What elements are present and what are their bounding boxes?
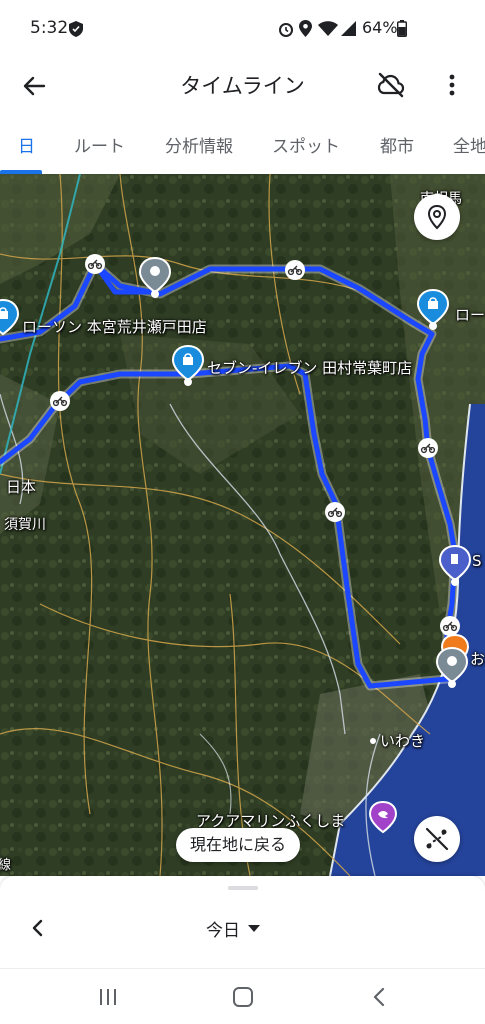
dropdown-arrow-icon xyxy=(248,924,260,932)
recent-apps-icon[interactable] xyxy=(98,987,118,1007)
wifi-icon xyxy=(318,21,338,36)
tab-world[interactable]: 全地 xyxy=(453,132,485,157)
motorcycle-icon xyxy=(325,502,345,522)
page-title: タイムライン xyxy=(180,74,305,98)
place-label-nihon: 日本 xyxy=(6,478,37,496)
home-icon[interactable] xyxy=(232,986,254,1008)
system-nav-bar xyxy=(0,968,485,1024)
status-bar: 5:32 64% xyxy=(0,0,485,60)
map-canvas xyxy=(0,174,485,876)
tab-bar: 日 ルート 分析情報 スポット 都市 全地 xyxy=(0,118,485,174)
tab-insights[interactable]: 分析情報 xyxy=(165,132,233,157)
place-label-lawson-east[interactable]: ロー xyxy=(455,304,485,325)
tab-day[interactable]: 日 xyxy=(18,132,35,157)
place-label-lawson[interactable]: ローソン 本宮荒井瀬戸田店 xyxy=(22,316,207,337)
motorcycle-icon xyxy=(285,260,305,280)
tab-routes[interactable]: ルート xyxy=(74,132,125,157)
place-label-iwaki: いわき xyxy=(380,732,426,750)
city-dot xyxy=(370,738,376,744)
map-view[interactable]: ローソン 本宮荒井瀬戸田店 セブン-イレブン 田村常葉町店 ロー いわき アクア… xyxy=(0,174,485,876)
motorcycle-icon xyxy=(50,391,70,411)
tab-places[interactable]: スポット xyxy=(272,132,340,157)
bottom-sheet: 今日 xyxy=(0,876,485,968)
nav-back-icon[interactable] xyxy=(370,987,388,1007)
motorcycle-icon xyxy=(418,438,438,458)
add-place-button[interactable] xyxy=(414,194,460,240)
alarm-icon xyxy=(279,23,293,37)
chevron-left-icon[interactable] xyxy=(26,916,50,940)
date-selector[interactable]: 今日 xyxy=(206,916,260,941)
place-label-left-edge: 線 xyxy=(0,858,12,873)
map-pin-outline-icon xyxy=(427,204,447,230)
status-time: 5:32 xyxy=(30,18,69,38)
location-icon xyxy=(299,20,312,37)
battery-icon xyxy=(397,20,407,37)
route-off-icon xyxy=(425,827,449,851)
motorcycle-icon xyxy=(440,616,460,636)
shield-check-icon xyxy=(69,21,83,37)
motorcycle-icon xyxy=(85,254,105,274)
tab-cities[interactable]: 都市 xyxy=(380,132,414,157)
signal-icon xyxy=(341,21,356,36)
cloud-off-icon[interactable] xyxy=(374,68,408,102)
place-label-station[interactable]: S xyxy=(472,552,482,570)
date-label: 今日 xyxy=(206,921,240,941)
place-label-sukagawa: 須賀川 xyxy=(4,517,46,533)
app-bar: タイムライン xyxy=(0,60,485,110)
drag-handle[interactable] xyxy=(228,886,258,890)
more-vert-icon[interactable] xyxy=(438,68,466,102)
battery-percent: 64% xyxy=(362,18,398,37)
place-label-o[interactable]: お xyxy=(470,648,485,669)
place-label-seven-eleven[interactable]: セブン-イレブン 田村常葉町店 xyxy=(207,357,412,378)
return-to-location-button[interactable]: 現在地に戻る xyxy=(176,828,301,862)
hide-route-button[interactable] xyxy=(414,816,460,862)
